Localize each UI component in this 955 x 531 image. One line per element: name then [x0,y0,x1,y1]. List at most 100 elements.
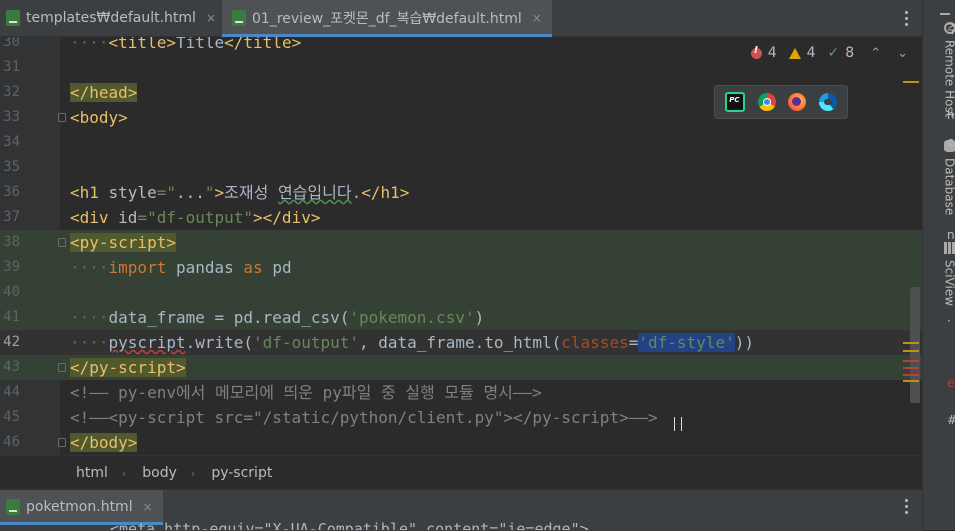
code-text: ····import pandas as pd [70,255,292,280]
split-editor-code[interactable]: <meta http-equiv="X-UA-Compatible" conte… [110,520,589,530]
code-token: ) [475,308,485,327]
scroll-marker [903,380,919,382]
scroll-marker [903,342,919,344]
code-text: <body> [70,105,128,130]
close-icon[interactable]: × [143,500,153,514]
html-file-icon [6,499,20,515]
code-token: =" [157,183,176,202]
more-tabs-icon[interactable] [905,11,909,29]
code-text: <py-script> [70,230,176,255]
code-token: </body> [70,433,137,452]
code-line[interactable]: 34 [0,130,922,155]
close-icon[interactable]: × [206,11,216,25]
code-token: import [109,258,176,277]
tab-review-default[interactable]: 01_review_포켓몬_df_복습₩default.html × [222,0,552,36]
error-count: 4 [768,45,777,61]
breadcrumb-html[interactable]: html [76,465,108,481]
code-token: 'df-style' [638,333,734,352]
inspection-widget[interactable]: 4 4 ✓ 8 ⌃ ⌄ [751,45,908,61]
previous-highlight-icon[interactable]: ⌃ [870,46,881,61]
line-number: 35 [0,155,20,180]
code-line[interactable]: 37<div id="df-output"></div> [0,205,922,230]
code-line[interactable]: 44<!—— py-env에서 메모리에 띄운 py파일 중 실행 모듈 명시—… [0,380,922,405]
code-text: <div id="df-output"></div> [70,205,320,230]
breadcrumb-py-script[interactable]: py-script [211,465,272,481]
close-icon[interactable]: × [532,11,542,25]
code-token: 'df-output' [253,333,359,352]
tab-poketmon[interactable]: poketmon.html × [0,490,163,524]
line-number: 36 [0,180,20,205]
code-line[interactable]: 43 </py-script> [0,355,922,380]
tab-templates-default[interactable]: templates₩default.html × [6,0,216,36]
code-token: . [352,183,362,202]
code-token: ="df-output" [137,208,253,227]
line-number: 44 [0,380,20,405]
right-tool-window-bar: Remote Host Database SciView [922,0,955,530]
pycharm-icon[interactable] [725,92,745,112]
code-token: pyscript [109,333,186,352]
code-token: ></div> [253,208,320,227]
more-tabs-icon[interactable] [905,499,909,517]
line-number: 33 [0,105,20,130]
sciview-icon [944,242,955,254]
edge-icon[interactable] [819,93,837,111]
code-token: 연습입니다 [278,183,352,202]
line-number: 41 [0,305,20,330]
tab-label: 01_review_포켓몬_df_복습₩default.html [252,8,522,28]
tool-remote-host[interactable]: Remote Host [923,22,955,122]
line-number: 31 [0,55,20,80]
html-file-icon [232,10,246,26]
code-token: )) [735,333,754,352]
code-line[interactable]: 41 ····data_frame = pd.read_csv('pokemon.… [0,305,922,330]
error-icon [751,48,762,59]
fold-marker-icon[interactable] [58,363,66,372]
code-token: classes [561,333,628,352]
code-token: </head> [70,83,137,102]
code-editor[interactable]: 30····<title>Title</title>3132</head>33<… [0,37,922,455]
code-token: id [118,208,137,227]
line-number: 38 [0,230,20,255]
code-line[interactable]: 40 [0,280,922,305]
code-text: ····data_frame = pd.read_csv('pokemon.cs… [70,305,484,330]
code-token: <body> [70,108,128,127]
fold-marker-icon[interactable] [58,238,66,247]
line-number: 43 [0,355,20,380]
code-token: <!——<py-script src="/static/python/clien… [70,408,658,427]
line-number: 40 [0,280,20,305]
code-line[interactable]: 46</body> [0,430,922,455]
code-line[interactable]: 42····pyscript.write('df-output', data_f… [0,330,922,355]
code-token: 조재성 [224,183,278,202]
code-line[interactable]: 38 <py-script> [0,230,922,255]
code-token: ···· [70,258,109,277]
firefox-icon[interactable] [788,93,806,111]
fold-marker-icon[interactable] [58,113,66,122]
code-line[interactable]: 45 <!——<py-script src="/static/python/cli… [0,405,922,430]
code-token: data_frame = pd.read_csv( [109,308,350,327]
code-token: </title> [224,37,301,52]
line-number: 42 [0,330,20,355]
tab-label: templates₩default.html [26,10,196,26]
fold-marker-icon[interactable] [58,438,66,447]
tool-database[interactable]: Database [923,140,955,230]
breadcrumb: html › body › py-script [0,455,922,490]
code-line[interactable]: 39 ····import pandas as pd [0,255,922,280]
code-line[interactable]: 35 [0,155,922,180]
breadcrumb-body[interactable]: body [142,465,177,481]
vertical-scrollbar[interactable] [910,287,920,403]
text-cursor-icon [674,417,682,431]
line-number: 39 [0,255,20,280]
line-number: 45 [0,405,20,430]
code-token: </py-script> [70,358,186,377]
clipped-text: # [947,413,955,427]
code-token: <py-script> [70,233,176,252]
code-text: </body> [70,430,137,455]
code-token: ···· [70,37,109,52]
code-line[interactable]: 36<h1 style="...">조재성 연습입니다.</h1> [0,180,922,205]
scroll-marker [903,360,919,362]
tool-sciview[interactable]: SciView [923,242,955,322]
next-highlight-icon[interactable]: ⌄ [897,46,908,61]
clipped-text: n [947,228,955,242]
chrome-icon[interactable] [758,93,776,111]
clipped-text: 주 [947,20,955,37]
tab-label: poketmon.html [26,499,133,515]
